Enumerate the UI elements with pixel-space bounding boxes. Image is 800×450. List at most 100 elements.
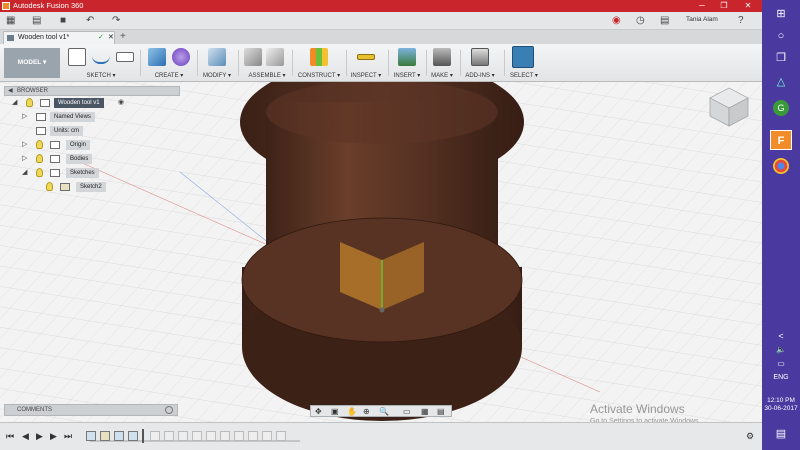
visibility-bulb-icon[interactable] — [36, 154, 43, 163]
expand-triangle-icon[interactable]: ▷ — [22, 140, 27, 148]
go-to-start-icon[interactable]: ⏮ — [6, 431, 14, 441]
insert-group[interactable]: INSERT ▾ — [392, 46, 422, 80]
tree-label-sketch2[interactable]: Sketch2 — [76, 182, 106, 192]
input-language[interactable]: ENG — [762, 374, 800, 381]
zoom-icon[interactable]: ⊕ — [363, 407, 370, 416]
modify-group[interactable]: MODIFY ▾ — [200, 46, 234, 80]
timeline-feature-suppressed[interactable] — [206, 431, 216, 441]
assemble-menu[interactable]: ASSEMBLE ▾ — [242, 72, 292, 79]
press-pull-icon[interactable] — [208, 48, 226, 66]
expand-triangle-icon[interactable]: ◢ — [12, 98, 17, 106]
timeline-feature-suppressed[interactable] — [150, 431, 160, 441]
record-icon[interactable]: ◉ — [612, 15, 621, 27]
timeline-marker[interactable] — [142, 429, 144, 443]
viewports-icon[interactable]: ▤ — [437, 407, 445, 416]
network-icon[interactable]: ▭ — [770, 354, 792, 374]
redo-icon[interactable]: ↷ — [112, 15, 120, 27]
step-back-icon[interactable]: ◀ — [22, 431, 29, 441]
fusion-taskbar-icon[interactable]: F — [770, 130, 792, 150]
construct-group[interactable]: CONSTRUCT ▾ — [294, 46, 344, 80]
help-icon[interactable]: ? — [738, 15, 744, 27]
tree-label-named-views[interactable]: Named Views — [50, 112, 95, 122]
tree-item-named-views[interactable]: ▷ Named Views — [4, 110, 180, 124]
tree-label-root[interactable]: Wooden tool v1 — [54, 98, 104, 108]
user-name[interactable]: Tania Alam — [686, 16, 718, 23]
start-windows-icon[interactable]: ⊞ — [770, 4, 792, 24]
visibility-bulb-icon[interactable] — [46, 182, 53, 191]
make-menu[interactable]: MAKE ▾ — [428, 72, 456, 79]
browser-header[interactable]: ◀ BROWSER — [4, 86, 180, 96]
3d-print-icon[interactable] — [433, 48, 451, 66]
pan-hand-icon[interactable]: ✋ — [347, 407, 357, 416]
tree-item-units[interactable]: Units: cm — [4, 124, 180, 138]
timeline-feature[interactable] — [128, 431, 138, 441]
chrome-icon[interactable] — [773, 158, 789, 174]
gadwin-g-icon[interactable]: G — [773, 100, 789, 116]
timeline-feature[interactable] — [114, 431, 124, 441]
timeline-settings-icon[interactable]: ⚙ — [746, 431, 754, 441]
create-menu[interactable]: CREATE ▾ — [144, 72, 194, 79]
insert-menu[interactable]: INSERT ▾ — [392, 72, 422, 79]
workspace-switcher[interactable]: MODEL ▾ — [4, 48, 60, 78]
notification-icon[interactable]: ▤ — [660, 15, 669, 27]
rectangle-icon[interactable] — [116, 52, 134, 62]
comments-add-icon[interactable] — [165, 406, 173, 414]
add-ins-menu[interactable]: ADD-INS ▾ — [462, 72, 498, 79]
inspect-group[interactable]: INSPECT ▾ — [348, 46, 384, 80]
expand-triangle-icon[interactable]: ▷ — [22, 154, 27, 162]
tree-item-bodies[interactable]: ▷ Bodies — [4, 152, 180, 166]
joint-icon[interactable] — [266, 48, 284, 66]
restore-button[interactable]: ❐ — [712, 0, 736, 12]
save-icon[interactable]: ■ — [60, 15, 66, 27]
insert-image-icon[interactable] — [398, 48, 416, 66]
modify-menu[interactable]: MODIFY ▾ — [200, 72, 234, 79]
timeline-feature-suppressed[interactable] — [220, 431, 230, 441]
arc-icon[interactable] — [92, 54, 110, 64]
assemble-group[interactable]: ASSEMBLE ▾ — [242, 46, 292, 80]
tree-item-sketch2[interactable]: Sketch2 — [4, 180, 180, 194]
system-clock[interactable]: 12:10 PM 30-06-2017 — [762, 397, 800, 413]
tree-item-origin[interactable]: ▷ Origin — [4, 138, 180, 152]
visibility-bulb-icon[interactable] — [36, 140, 43, 149]
new-component-icon[interactable] — [244, 48, 262, 66]
construct-menu[interactable]: CONSTRUCT ▾ — [294, 72, 344, 79]
visibility-bulb-icon[interactable] — [36, 168, 43, 177]
inspect-menu[interactable]: INSPECT ▾ — [348, 72, 384, 79]
undo-icon[interactable]: ↶ — [86, 15, 94, 27]
timeline-feature[interactable] — [86, 431, 96, 441]
go-to-end-icon[interactable]: ⏭ — [64, 431, 72, 441]
visibility-bulb-icon[interactable] — [26, 98, 33, 107]
tree-label-origin[interactable]: Origin — [66, 140, 91, 150]
collapse-triangle-icon[interactable]: ◀ — [8, 87, 13, 96]
make-group[interactable]: MAKE ▾ — [428, 46, 456, 80]
tab-close-icon[interactable]: ✕ — [108, 32, 114, 44]
create-group[interactable]: CREATE ▾ — [144, 46, 194, 80]
job-status-clock-icon[interactable]: ◷ — [636, 15, 645, 27]
select-menu[interactable]: SELECT ▾ — [506, 72, 542, 79]
timeline-feature-suppressed[interactable] — [248, 431, 258, 441]
comments-panel[interactable]: COMMENTS — [4, 404, 178, 416]
add-ins-group[interactable]: ADD-INS ▾ — [462, 46, 498, 80]
select-cursor-icon[interactable] — [512, 46, 534, 68]
display-settings-icon[interactable]: ▭ — [403, 407, 411, 416]
timeline-feature-suppressed[interactable] — [192, 431, 202, 441]
fit-magnifier-icon[interactable]: 🔍 — [379, 407, 389, 416]
new-tab-icon[interactable]: + — [120, 30, 126, 43]
collapse-triangle-icon[interactable]: ◢ — [22, 168, 27, 176]
tree-label-sketches[interactable]: Sketches — [66, 168, 99, 178]
active-radio-icon[interactable]: ◉ — [118, 98, 124, 106]
close-button[interactable]: ✕ — [736, 0, 760, 12]
timeline-feature-suppressed[interactable] — [178, 431, 188, 441]
timeline-feature-suppressed[interactable] — [164, 431, 174, 441]
play-icon[interactable]: ▶ — [36, 431, 43, 441]
scripts-icon[interactable] — [471, 48, 489, 66]
data-panel-grid-icon[interactable]: ▦ — [6, 15, 15, 27]
sketch-group[interactable]: SKETCH ▾ — [66, 46, 136, 80]
document-tab[interactable]: Wooden tool v1* ✓ ✕ — [3, 31, 115, 44]
tree-label-bodies[interactable]: Bodies — [66, 154, 93, 164]
timeline-feature[interactable] — [100, 431, 110, 441]
extrude-icon[interactable] — [148, 48, 166, 66]
create-sketch-icon[interactable] — [68, 48, 86, 66]
select-group[interactable]: SELECT ▾ — [506, 46, 542, 80]
sketch-menu[interactable]: SKETCH ▾ — [66, 72, 136, 79]
